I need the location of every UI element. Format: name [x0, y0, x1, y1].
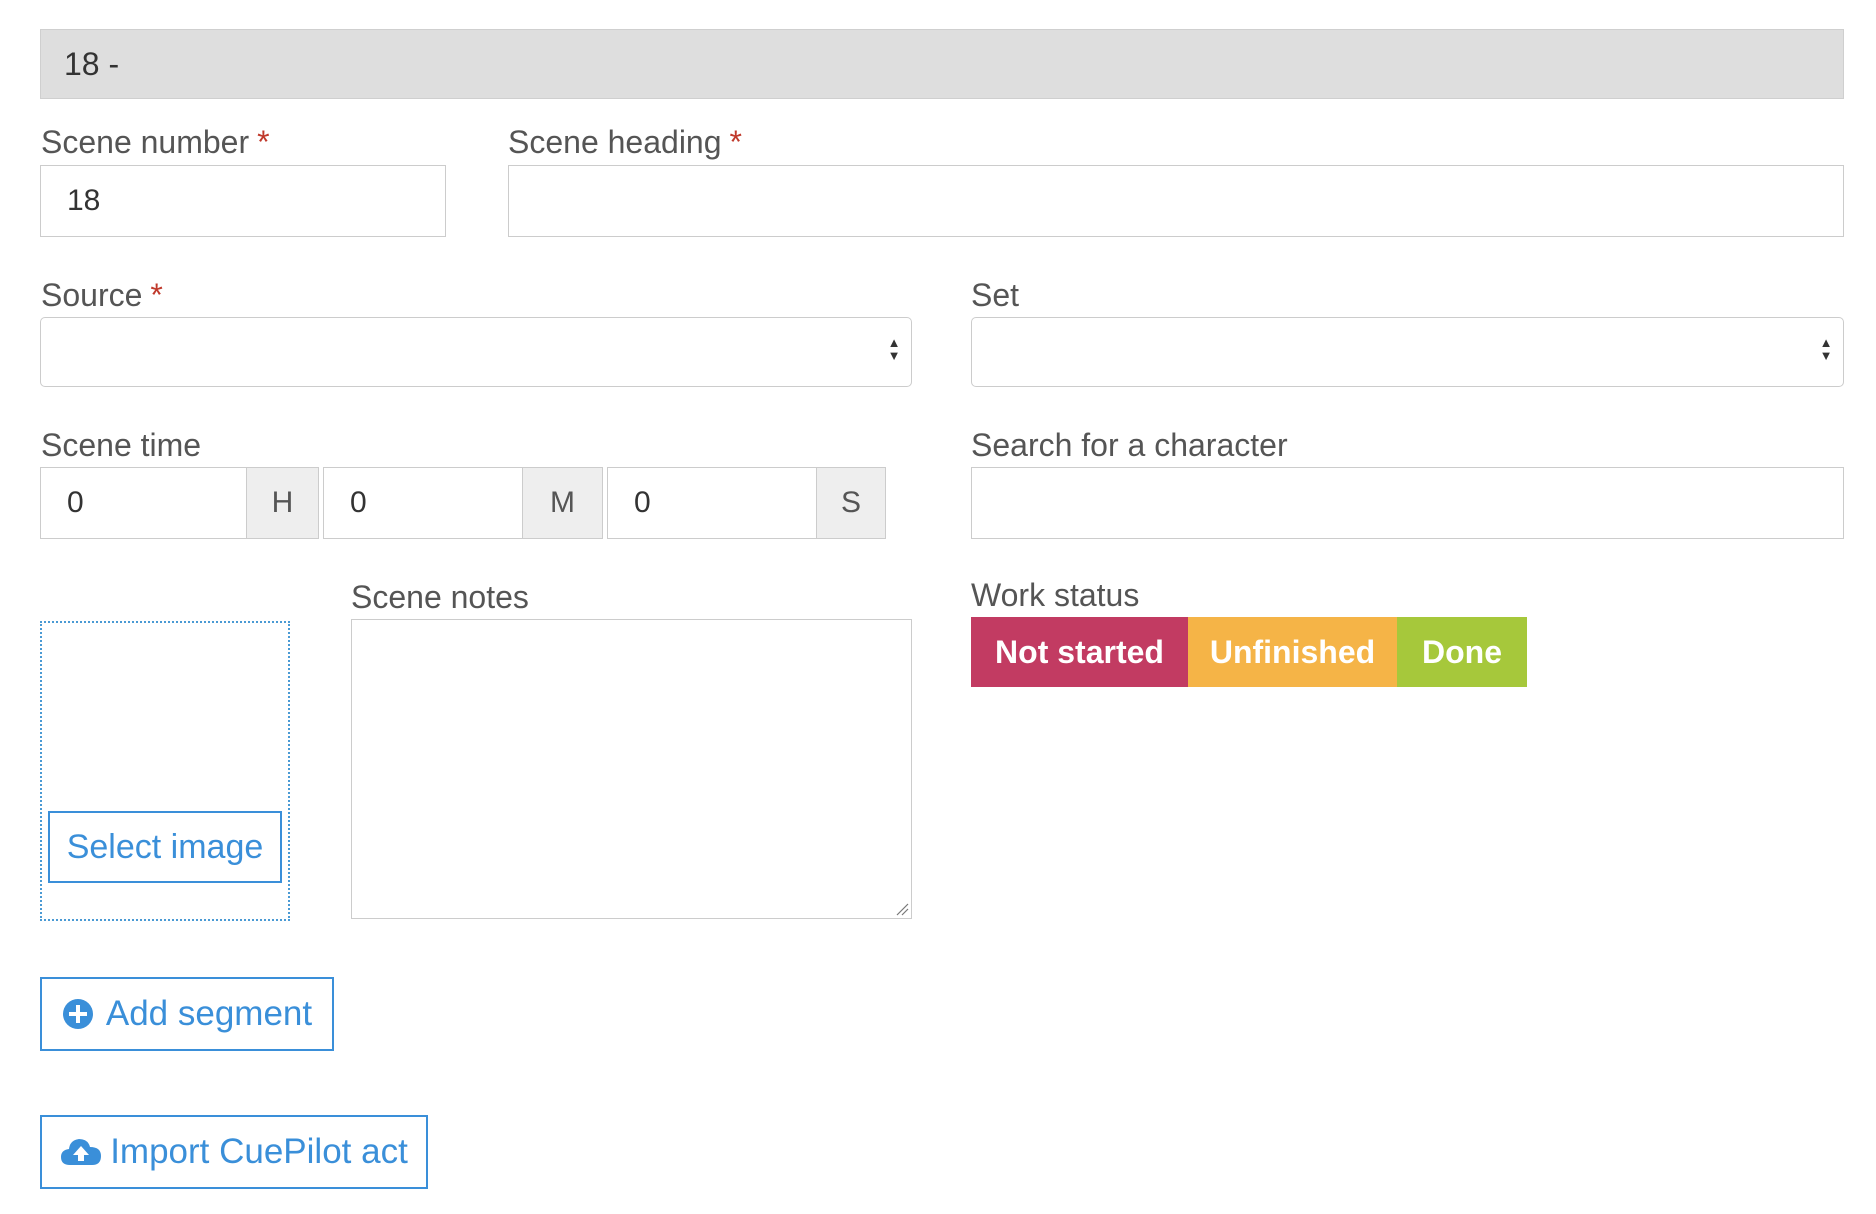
scene-notes-label: Scene notes: [351, 579, 529, 615]
scene-number-label-text: Scene number: [41, 124, 250, 160]
scene-heading-label: Scene heading *: [508, 122, 742, 162]
select-image-label: Select image: [66, 827, 264, 866]
resize-grip-icon[interactable]: [895, 902, 909, 916]
set-label: Set: [971, 277, 1020, 313]
scene-title-bar: 18 -: [40, 29, 1844, 99]
required-mark: *: [150, 277, 163, 313]
scene-time-hours-input[interactable]: [40, 467, 247, 539]
character-search-input[interactable]: [971, 467, 1844, 539]
import-cuepilot-button[interactable]: Import CuePilot act: [40, 1115, 428, 1189]
scene-notes-textarea[interactable]: [351, 619, 912, 919]
work-status-label: Work status: [971, 577, 1140, 613]
required-mark: *: [257, 124, 270, 160]
scene-time-label: Scene time: [41, 427, 202, 463]
plus-circle-icon: [62, 999, 93, 1029]
source-select[interactable]: ▲ ▼: [40, 317, 912, 387]
seconds-unit-addon: S: [816, 467, 886, 539]
scene-heading-input[interactable]: [508, 165, 1844, 237]
scene-number-input[interactable]: [40, 165, 446, 237]
hours-unit-addon: H: [246, 467, 319, 539]
status-unfinished-button[interactable]: Unfinished: [1188, 617, 1397, 687]
import-cuepilot-label: Import CuePilot act: [110, 1132, 408, 1171]
scene-heading-label-text: Scene heading: [508, 124, 722, 160]
status-done-button[interactable]: Done: [1397, 617, 1527, 687]
minutes-unit-addon: M: [522, 467, 603, 539]
source-label-text: Source: [41, 277, 143, 313]
cloud-upload-icon: [61, 1139, 102, 1165]
add-segment-button[interactable]: Add segment: [40, 977, 334, 1051]
required-mark: *: [729, 124, 742, 160]
character-search-label: Search for a character: [971, 427, 1288, 463]
add-segment-label: Add segment: [105, 994, 313, 1033]
source-label: Source *: [41, 275, 163, 315]
select-arrows-icon: ▲ ▼: [1819, 335, 1833, 363]
set-select[interactable]: ▲ ▼: [971, 317, 1844, 387]
select-image-button[interactable]: Select image: [48, 811, 282, 883]
status-not-started-button[interactable]: Not started: [971, 617, 1188, 687]
scene-number-label: Scene number *: [41, 122, 270, 162]
select-arrows-icon: ▲ ▼: [887, 335, 901, 363]
scene-time-minutes-input[interactable]: [323, 467, 523, 539]
scene-time-seconds-input[interactable]: [607, 467, 817, 539]
